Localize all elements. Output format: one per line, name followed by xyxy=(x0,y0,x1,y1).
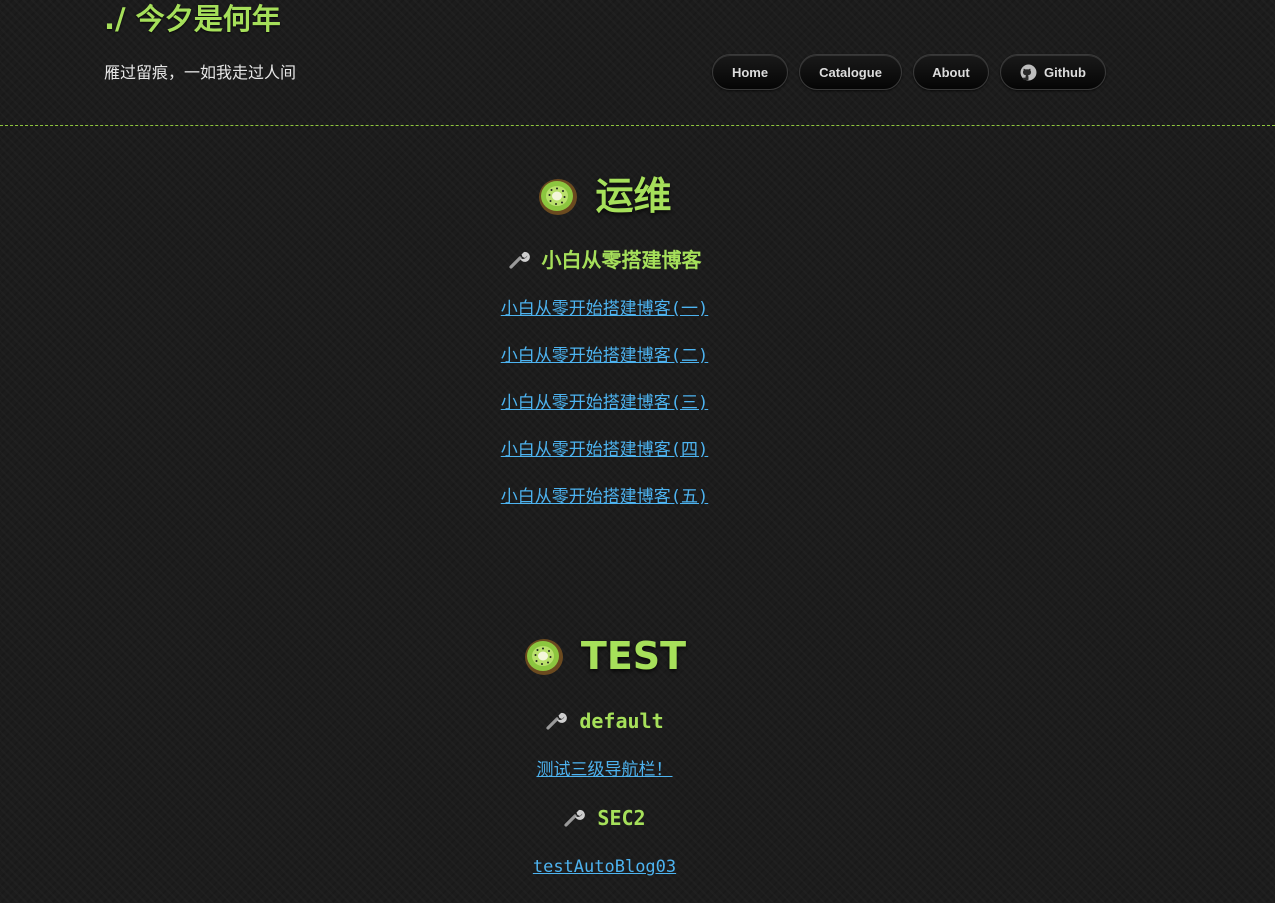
post-link[interactable]: 小白从零开始搭建博客(五) xyxy=(501,487,708,507)
site-header: ./ 今夕是何年 雁过留痕，一如我走过人间 Home Catalogue Abo… xyxy=(0,0,1275,126)
group-title: default xyxy=(0,707,1209,735)
wrench-icon xyxy=(563,806,586,828)
top-nav: Home Catalogue About Github xyxy=(712,54,1106,90)
post-link-item: testAutoBlog03 xyxy=(0,855,1209,879)
category-title: TEST xyxy=(0,632,1209,680)
site-subtitle: 雁过留痕，一如我走过人间 xyxy=(104,63,297,82)
kiwi-icon xyxy=(523,635,565,677)
group-title-text: SEC2 xyxy=(597,806,646,830)
group-title: 小白从零搭建博客 xyxy=(0,246,1209,274)
post-link-item: 测试三级导航栏！ xyxy=(0,758,1209,782)
post-link-item: 小白从零开始搭建博客(二) xyxy=(0,344,1209,368)
post-link-item: 小白从零开始搭建博客(三) xyxy=(0,391,1209,415)
nav-github-label: Github xyxy=(1044,64,1086,80)
post-link[interactable]: 测试三级导航栏！ xyxy=(537,760,673,780)
nav-home-button[interactable]: Home xyxy=(712,54,788,90)
wrench-icon xyxy=(545,709,568,731)
post-link[interactable]: testAutoBlog03 xyxy=(533,857,676,877)
github-icon xyxy=(1020,64,1037,81)
nav-catalogue-label: Catalogue xyxy=(819,64,882,80)
nav-catalogue-button[interactable]: Catalogue xyxy=(799,54,902,90)
category-title-text: TEST xyxy=(580,634,687,678)
site-title[interactable]: ./ 今夕是何年 xyxy=(104,0,281,38)
category-title-text: 运维 xyxy=(595,174,672,218)
group-title-text: 小白从零搭建博客 xyxy=(541,248,702,272)
nav-home-label: Home xyxy=(731,64,769,80)
nav-about-button[interactable]: About xyxy=(913,54,989,90)
nav-github-button[interactable]: Github xyxy=(1000,54,1106,90)
nav-about-label: About xyxy=(932,64,970,80)
group-title: SEC2 xyxy=(0,804,1209,832)
post-link[interactable]: 小白从零开始搭建博客(三) xyxy=(501,393,708,413)
group-title-text: default xyxy=(579,709,664,733)
post-link[interactable]: 小白从零开始搭建博客(二) xyxy=(501,346,708,366)
wrench-icon xyxy=(508,248,530,270)
post-link[interactable]: 小白从零开始搭建博客(四) xyxy=(501,440,708,460)
category-title: 运维 xyxy=(0,172,1209,220)
kiwi-icon xyxy=(537,175,579,217)
post-link-item: 小白从零开始搭建博客(五) xyxy=(0,485,1209,509)
post-link-item: 小白从零开始搭建博客(四) xyxy=(0,438,1209,462)
post-link-item: 小白从零开始搭建博客(一) xyxy=(0,297,1209,321)
post-link[interactable]: 小白从零开始搭建博客(一) xyxy=(501,299,708,319)
